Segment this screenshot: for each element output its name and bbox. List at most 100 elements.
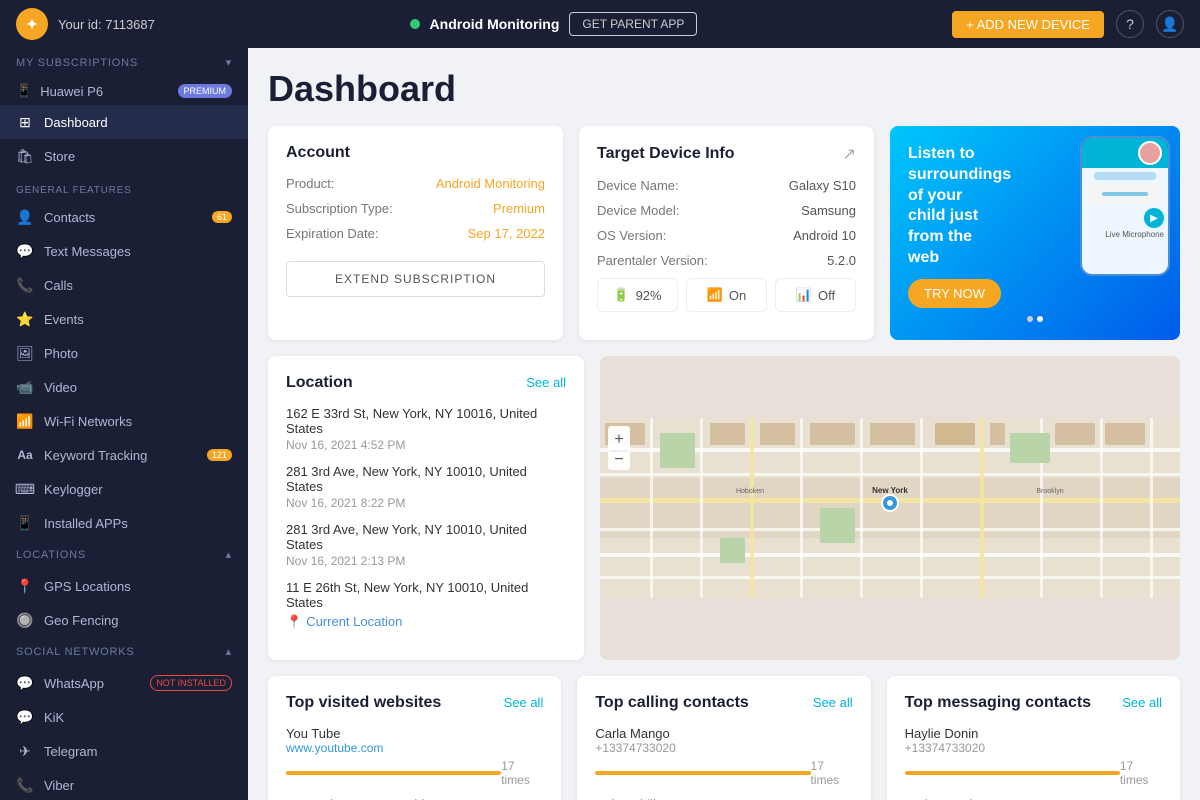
location-card: Location See all 162 E 33rd St, New York… [268, 356, 584, 660]
sidebar-item-video[interactable]: 📹 Video [0, 370, 248, 404]
location-time-2: Nov 16, 2021 8:22 PM [286, 496, 566, 510]
os-label: OS Version: [597, 228, 666, 243]
extend-subscription-button[interactable]: EXTEND SUBSCRIPTION [286, 261, 545, 297]
sidebar-item-viber[interactable]: 📞 Viber [0, 768, 248, 800]
user-account-icon[interactable]: 👤 [1156, 10, 1184, 38]
locations-section[interactable]: LOCATIONS ▴ [0, 540, 248, 569]
device-icon: 📱 [16, 83, 32, 99]
top-nav-center: Android Monitoring GET PARENT APP [410, 12, 698, 36]
sidebar-item-store[interactable]: 🛍 Store [0, 139, 248, 173]
websites-see-all[interactable]: See all [504, 695, 544, 710]
messaging-count-1: 17 times [1120, 759, 1162, 787]
product-label: Product: [286, 176, 334, 191]
websites-header: Top visited websites See all [286, 694, 543, 712]
sidebar-item-installed-apps[interactable]: 📱 Installed APPs [0, 506, 248, 540]
parentaler-value: 5.2.0 [827, 253, 856, 268]
current-location-label: 📍 Current Location [286, 614, 566, 630]
location-title: Location [286, 374, 353, 392]
sidebar-item-gps[interactable]: 📍 GPS Locations [0, 569, 248, 603]
chevron-up-icon: ▴ [226, 645, 232, 658]
monitored-device-name: Android Monitoring [430, 16, 560, 32]
messaging-header: Top messaging contacts See all [905, 694, 1162, 712]
sidebar-item-label: Text Messages [44, 244, 131, 259]
help-icon[interactable]: ? [1116, 10, 1144, 38]
page-title: Dashboard [268, 68, 1180, 110]
sidebar-item-telegram[interactable]: ✈ Telegram [0, 734, 248, 768]
sidebar-item-geofencing[interactable]: 🔘 Geo Fencing [0, 603, 248, 637]
website-url-1[interactable]: www.youtube.com [286, 741, 543, 755]
try-now-button[interactable]: TRY NOW [908, 279, 1001, 308]
signal-chip: 📊 Off [775, 278, 856, 312]
svg-text:Hoboken: Hoboken [736, 488, 764, 495]
subscription-label: Subscription Type: [286, 201, 393, 216]
device-name-label: Huawei P6 [40, 84, 103, 99]
sidebar-item-label: Telegram [44, 744, 97, 759]
visit-count-1: 17 times [501, 759, 543, 787]
sidebar-item-calls[interactable]: 📞 Calls [0, 268, 248, 302]
get-parent-app-button[interactable]: GET PARENT APP [569, 12, 697, 36]
sidebar-item-label: GPS Locations [44, 579, 131, 594]
map-svg: + − New York Hoboken Brooklyn [600, 356, 1180, 660]
carousel-dot[interactable] [1027, 316, 1033, 322]
refresh-icon[interactable]: ↗ [843, 144, 856, 164]
target-device-title: Target Device Info [597, 145, 735, 163]
calling-name-1: Carla Mango [595, 726, 852, 741]
parentaler-row: Parentaler Version: 5.2.0 [597, 253, 856, 268]
device-item: 📱 Huawei P6 PREMIUM [0, 77, 248, 105]
carousel-dot-active[interactable] [1037, 316, 1043, 322]
location-address-3: 281 3rd Ave, New York, NY 10010, United … [286, 522, 566, 552]
subscription-row: Subscription Type: Premium [286, 201, 545, 216]
map-container[interactable]: + − New York Hoboken Brooklyn [600, 356, 1180, 660]
sidebar-item-dashboard[interactable]: ⊞ Dashboard [0, 105, 248, 139]
locations-label: LOCATIONS [16, 549, 86, 561]
chevron-down-icon: ▾ [226, 56, 232, 69]
sidebar-item-label: KiK [44, 710, 64, 725]
subscriptions-section[interactable]: MY SUBSCRIPTIONS ▾ [0, 48, 248, 77]
sidebar-item-text-messages[interactable]: 💬 Text Messages [0, 234, 248, 268]
device-item-left: 📱 Huawei P6 [16, 83, 103, 99]
sidebar-item-events[interactable]: ⭐ Events [0, 302, 248, 336]
sidebar-item-label: Dashboard [44, 115, 108, 130]
chevron-up-icon: ▴ [226, 548, 232, 561]
keyword-badge: 121 [207, 449, 232, 461]
sidebar-item-wifi[interactable]: 📶 Wi-Fi Networks [0, 404, 248, 438]
status-dot [410, 19, 420, 29]
sidebar-item-whatsapp[interactable]: 💬 WhatsApp NOT INSTALLED [0, 666, 248, 700]
website-entry: You Tube www.youtube.com 17 times [286, 726, 543, 787]
main-layout: MY SUBSCRIPTIONS ▾ 📱 Huawei P6 PREMIUM ⊞… [0, 48, 1200, 800]
sidebar-item-keyword-tracking[interactable]: Aa Keyword Tracking 121 [0, 438, 248, 472]
location-entry: 281 3rd Ave, New York, NY 10010, United … [286, 522, 566, 568]
websites-title: Top visited websites [286, 694, 441, 712]
location-see-all[interactable]: See all [526, 375, 566, 390]
telegram-icon: ✈ [16, 742, 34, 760]
gps-icon: 📍 [16, 577, 34, 595]
ad-banner: Listen to surroundings of your child jus… [890, 126, 1180, 340]
sidebar-item-kik[interactable]: 💬 KiK [0, 700, 248, 734]
expiration-label: Expiration Date: [286, 226, 379, 241]
sidebar-item-keylogger[interactable]: ⌨ Keylogger [0, 472, 248, 506]
store-icon: 🛍 [16, 147, 34, 165]
sidebar-item-label: Store [44, 149, 75, 164]
events-icon: ⭐ [16, 310, 34, 328]
contacts-icon: 👤 [16, 208, 34, 226]
add-new-device-button[interactable]: + ADD NEW DEVICE [952, 11, 1104, 38]
expiration-value: Sep 17, 2022 [468, 226, 545, 241]
device-model-row: Device Model: Samsung [597, 203, 856, 218]
location-map-row: Location See all 162 E 33rd St, New York… [268, 356, 1180, 660]
sidebar-item-contacts[interactable]: 👤 Contacts 61 [0, 200, 248, 234]
messaging-see-all[interactable]: See all [1122, 695, 1162, 710]
signal-icon: 📊 [796, 287, 812, 303]
wifi-status-icon: 📶 [707, 287, 723, 303]
website-bar-1 [286, 771, 501, 775]
product-row: Product: Android Monitoring [286, 176, 545, 191]
wifi-status-value: On [729, 288, 746, 303]
account-card: Account Product: Android Monitoring Subs… [268, 126, 563, 340]
keyword-icon: Aa [16, 446, 34, 464]
sidebar-item-photo[interactable]: 🖼 Photo [0, 336, 248, 370]
whatsapp-icon: 💬 [16, 674, 34, 692]
calling-see-all[interactable]: See all [813, 695, 853, 710]
messaging-title: Top messaging contacts [905, 694, 1091, 712]
social-networks-section[interactable]: SOCIAL NETWORKS ▴ [0, 637, 248, 666]
top-nav-left: ✦ Your id: 7113687 [16, 8, 155, 40]
device-model-value: Samsung [801, 203, 856, 218]
